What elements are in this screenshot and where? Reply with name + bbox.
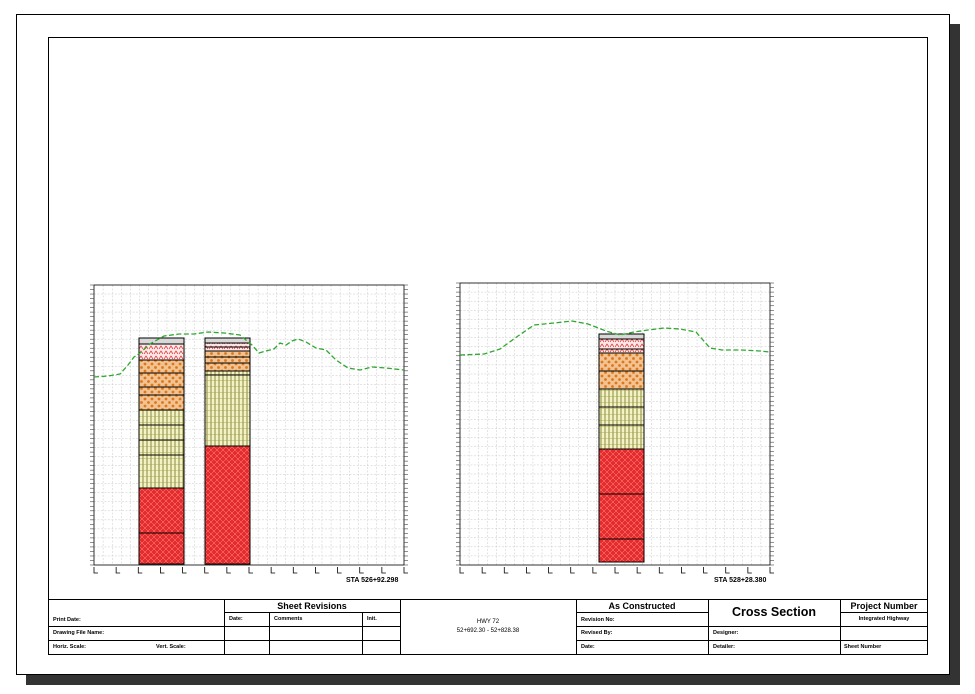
project-number-heading: Project Number [850,601,918,611]
borehole-2 [204,337,251,565]
station-tick [725,567,730,574]
station-tick [182,567,187,574]
station-tick [315,567,320,574]
revision-no-label: Revision No: [581,617,615,623]
station-tick [703,567,708,574]
project-name: Integrated Highway [858,616,910,622]
station-tick [481,567,487,574]
station-tick [526,567,531,574]
horiz-scale-label: Horiz. Scale: [53,644,87,650]
station-tick [592,567,597,574]
station-tick [226,567,231,574]
station-tick [548,567,553,574]
borehole-1 [138,337,185,565]
station-tick [137,567,143,574]
station-tick [248,567,253,574]
vert-scale-label: Vert. Scale: [156,644,186,650]
borehole-3 [598,333,645,563]
station-tick [337,567,342,574]
station-tick [614,567,619,574]
cross-section-left [90,284,408,574]
drawing-file-name-label: Drawing File Name: [53,630,105,636]
station-tick [270,567,276,574]
station-tick [570,567,575,574]
station-label-left: STA 526+92.298 [346,577,399,584]
sheet-revisions-heading: Sheet Revisions [277,601,347,611]
cross-section-title: Cross Section [731,605,817,619]
revised-by-label: Revised By: [581,630,613,636]
station-tick [381,567,386,574]
station-tick [636,567,642,574]
station-label-right: STA 528+28.380 [714,577,767,584]
station-tick [292,567,298,574]
revision-comments-header: Comments [274,616,303,622]
station-tick [681,567,686,574]
station-range: 52+692.30 - 52+828.38 [456,628,520,634]
as-constructed-heading: As Constructed [608,601,676,611]
as-constructed-date-label: Date: [581,644,595,650]
station-tick [204,567,209,574]
station-tick [747,567,752,574]
revision-init-header: Init. [367,616,377,622]
title-block: Print Date: Drawing File Name: Horiz. Sc… [48,599,928,655]
station-tick [459,567,464,574]
detailer-label: Detailer: [713,644,736,650]
station-tick [658,567,664,574]
station-tick [115,567,121,574]
revision-date-header: Date: [229,616,243,622]
station-tick [503,567,509,574]
station-tick [359,567,364,574]
print-date-label: Print Date: [53,617,81,623]
cross-section-right [456,282,774,574]
highway-name: HWY 72 [476,619,500,625]
station-tick [160,567,165,574]
station-tick [93,567,98,574]
designer-label: Designer: [713,630,739,636]
sheet-number-label: Sheet Number [844,644,882,650]
